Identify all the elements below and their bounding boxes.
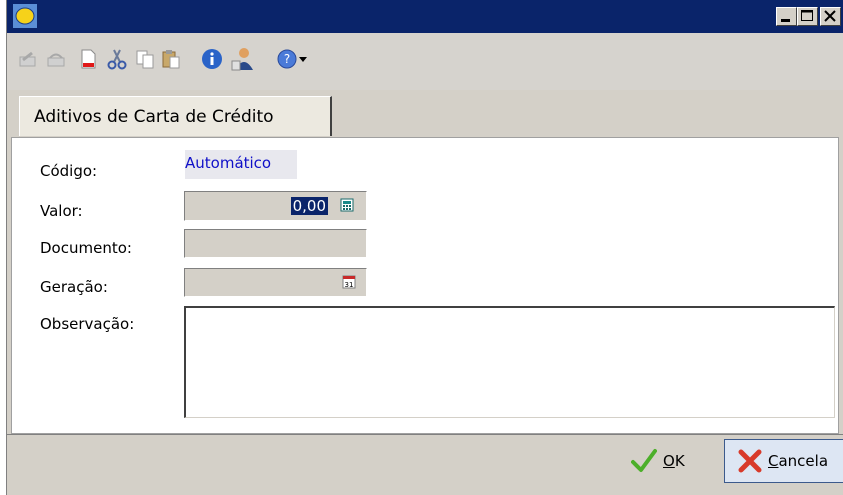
- geracao-field[interactable]: 31: [184, 268, 367, 297]
- codigo-label: Código:: [40, 162, 98, 180]
- calculator-icon[interactable]: [340, 198, 354, 212]
- footer-bar: [7, 434, 843, 495]
- maximize-button[interactable]: [797, 7, 818, 26]
- svg-text:31: 31: [345, 281, 354, 289]
- chevron-down-icon[interactable]: [298, 56, 308, 64]
- close-icon: [824, 10, 836, 22]
- title-bar[interactable]: [7, 0, 843, 33]
- svg-text:?: ?: [284, 52, 290, 66]
- close-button[interactable]: [820, 7, 841, 26]
- documento-label: Documento:: [40, 239, 132, 257]
- valor-value[interactable]: 0,00: [290, 197, 328, 215]
- user-icon[interactable]: [229, 46, 255, 72]
- observacao-textarea[interactable]: [184, 306, 835, 418]
- codigo-value: Automático: [185, 154, 272, 172]
- tab-aditivos[interactable]: Aditivos de Carta de Crédito: [19, 96, 332, 136]
- toolbar: ?: [7, 33, 843, 90]
- window: ? Aditivos de Carta de Crédito Código: A…: [6, 0, 843, 495]
- copy-icon[interactable]: [134, 48, 156, 70]
- checkmark-icon: [631, 449, 657, 472]
- tab-label: Aditivos de Carta de Crédito: [34, 107, 274, 127]
- paste-icon[interactable]: [160, 48, 182, 70]
- cancel-label: Cancela: [768, 452, 829, 470]
- undo-icon[interactable]: [45, 48, 67, 70]
- codigo-field: Automático: [185, 150, 297, 179]
- observacao-label: Observação:: [40, 315, 135, 333]
- edit-icon[interactable]: [17, 48, 39, 70]
- ok-label: OK: [663, 452, 685, 470]
- minimize-button[interactable]: [776, 7, 797, 26]
- calendar-icon[interactable]: 31: [342, 275, 356, 289]
- new-document-icon[interactable]: [77, 48, 99, 70]
- geracao-label: Geração:: [40, 278, 108, 296]
- help-icon[interactable]: ?: [276, 48, 298, 70]
- valor-label: Valor:: [40, 202, 83, 220]
- cut-icon[interactable]: [106, 48, 128, 70]
- info-icon[interactable]: [201, 48, 223, 70]
- close-icon: [738, 449, 762, 473]
- cancel-button[interactable]: Cancela: [724, 439, 843, 483]
- minimize-icon: [781, 19, 790, 22]
- valor-field[interactable]: 0,00: [184, 191, 367, 221]
- maximize-icon: [801, 10, 813, 21]
- documento-field[interactable]: [184, 229, 367, 258]
- app-icon: [13, 4, 37, 28]
- ok-button[interactable]: OK: [625, 439, 697, 483]
